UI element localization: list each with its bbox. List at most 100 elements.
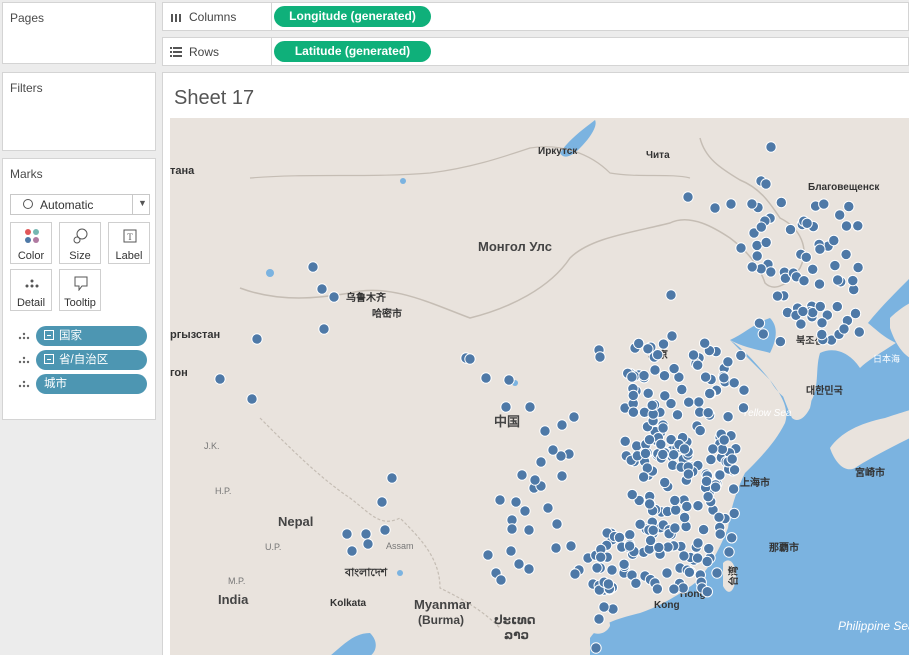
city-mark[interactable] xyxy=(649,364,661,376)
city-mark[interactable] xyxy=(726,532,738,544)
city-mark[interactable] xyxy=(838,323,850,335)
city-mark[interactable] xyxy=(735,349,747,362)
city-mark[interactable] xyxy=(723,546,735,558)
city-mark[interactable] xyxy=(801,217,813,230)
city-mark[interactable] xyxy=(697,523,710,536)
city-mark[interactable] xyxy=(565,540,577,552)
city-mark[interactable] xyxy=(693,396,705,408)
city-mark[interactable] xyxy=(816,317,828,329)
city-mark[interactable] xyxy=(722,411,734,423)
city-mark[interactable] xyxy=(814,300,826,313)
city-mark[interactable] xyxy=(834,209,846,221)
city-mark[interactable] xyxy=(670,504,682,516)
city-mark[interactable] xyxy=(735,242,747,254)
field-pill-province[interactable]: 省/自治区 xyxy=(36,350,147,370)
city-mark[interactable] xyxy=(728,507,740,520)
label-button[interactable]: T Label xyxy=(108,222,150,264)
city-mark[interactable] xyxy=(659,476,671,489)
city-mark[interactable] xyxy=(751,250,763,262)
city-mark[interactable] xyxy=(639,447,652,460)
city-mark[interactable] xyxy=(630,577,642,589)
city-mark[interactable] xyxy=(550,542,562,554)
city-mark[interactable] xyxy=(516,469,528,481)
city-mark[interactable] xyxy=(687,349,700,361)
city-mark[interactable] xyxy=(651,583,664,595)
city-mark[interactable] xyxy=(316,283,328,295)
city-mark[interactable] xyxy=(542,502,554,514)
city-mark[interactable] xyxy=(529,474,541,486)
field-pill-city[interactable]: 城市 xyxy=(36,374,147,394)
pages-card[interactable]: Pages xyxy=(2,2,156,64)
collapse-icon[interactable] xyxy=(44,354,54,364)
city-mark[interactable] xyxy=(774,335,787,348)
city-mark[interactable] xyxy=(346,545,358,557)
city-mark[interactable] xyxy=(678,550,690,562)
city-mark[interactable] xyxy=(716,443,729,455)
city-mark[interactable] xyxy=(813,278,826,290)
city-mark[interactable] xyxy=(627,389,639,402)
city-mark[interactable] xyxy=(214,373,226,385)
city-mark[interactable] xyxy=(551,518,563,530)
city-mark[interactable] xyxy=(341,528,353,540)
city-mark[interactable] xyxy=(746,198,758,210)
city-mark[interactable] xyxy=(556,470,568,482)
city-mark[interactable] xyxy=(699,371,712,383)
city-mark[interactable] xyxy=(556,419,568,431)
city-mark[interactable] xyxy=(480,372,492,384)
city-mark[interactable] xyxy=(755,221,767,233)
city-mark[interactable] xyxy=(318,323,330,335)
city-mark[interactable] xyxy=(251,333,263,345)
city-mark[interactable] xyxy=(539,425,551,437)
city-mark[interactable] xyxy=(666,330,678,342)
city-mark[interactable] xyxy=(646,399,658,411)
city-mark[interactable] xyxy=(623,540,636,552)
city-mark[interactable] xyxy=(360,528,372,540)
city-mark[interactable] xyxy=(652,349,664,361)
city-mark[interactable] xyxy=(661,567,673,579)
field-pill-country[interactable]: 国家 xyxy=(36,326,147,346)
tooltip-button[interactable]: Tooltip xyxy=(59,269,101,311)
city-mark[interactable] xyxy=(840,220,853,232)
city-mark[interactable] xyxy=(757,328,769,340)
city-mark[interactable] xyxy=(657,338,670,350)
city-mark[interactable] xyxy=(818,198,830,210)
city-mark[interactable] xyxy=(668,449,680,461)
city-mark[interactable] xyxy=(714,469,726,481)
city-mark[interactable] xyxy=(852,261,864,274)
city-mark[interactable] xyxy=(797,305,809,318)
city-mark[interactable] xyxy=(328,291,340,303)
city-mark[interactable] xyxy=(800,251,812,264)
city-mark[interactable] xyxy=(692,359,704,371)
city-mark[interactable] xyxy=(613,531,626,544)
city-mark[interactable] xyxy=(643,498,656,510)
city-mark[interactable] xyxy=(814,243,826,255)
city-mark[interactable] xyxy=(681,500,693,513)
city-mark[interactable] xyxy=(700,475,713,487)
city-mark[interactable] xyxy=(692,500,704,512)
city-mark[interactable] xyxy=(702,407,714,419)
city-mark[interactable] xyxy=(505,545,517,557)
city-mark[interactable] xyxy=(655,438,667,450)
city-mark[interactable] xyxy=(727,483,740,495)
city-mark[interactable] xyxy=(760,236,772,249)
city-mark[interactable] xyxy=(624,529,636,541)
city-mark[interactable] xyxy=(795,318,807,330)
city-mark[interactable] xyxy=(626,371,638,383)
city-mark[interactable] xyxy=(703,542,715,555)
city-mark[interactable] xyxy=(765,141,777,153)
city-mark[interactable] xyxy=(523,524,535,536)
city-mark[interactable] xyxy=(702,491,714,503)
city-mark[interactable] xyxy=(568,411,580,423)
city-mark[interactable] xyxy=(594,351,606,363)
city-mark[interactable] xyxy=(798,275,810,287)
detail-button[interactable]: Detail xyxy=(10,269,52,311)
city-mark[interactable] xyxy=(642,387,654,399)
city-mark[interactable] xyxy=(775,196,787,209)
city-mark[interactable] xyxy=(683,396,695,408)
city-mark[interactable] xyxy=(669,494,681,507)
city-mark[interactable] xyxy=(668,583,680,595)
city-mark[interactable] xyxy=(737,402,750,414)
city-mark[interactable] xyxy=(746,261,758,273)
city-mark[interactable] xyxy=(726,453,738,465)
city-mark[interactable] xyxy=(657,448,669,461)
